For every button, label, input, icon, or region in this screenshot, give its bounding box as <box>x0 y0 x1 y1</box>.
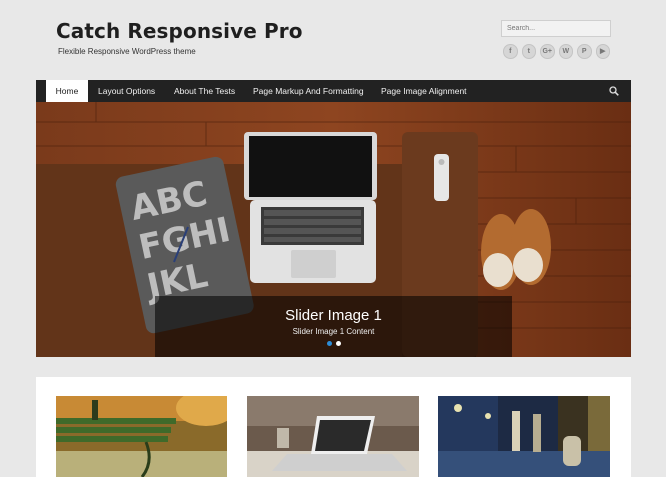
facebook-icon[interactable]: f <box>503 44 518 59</box>
youtube-icon[interactable]: ▶ <box>595 44 610 59</box>
primary-navigation: Home Layout Options About The Tests Page… <box>36 80 631 102</box>
featured-image-bench[interactable] <box>56 396 227 477</box>
featured-slider[interactable]: ABC FGHI JKL Slider Image 1 Slider Image… <box>36 102 631 357</box>
search-icon[interactable] <box>609 86 619 96</box>
slider-dot-2[interactable] <box>335 341 341 346</box>
nav-item-layout-options[interactable]: Layout Options <box>98 80 155 102</box>
slider-pager <box>155 341 512 346</box>
slider-caption: Slider Image 1 Slider Image 1 Content <box>155 296 512 357</box>
slider-title[interactable]: Slider Image 1 <box>155 307 512 324</box>
nav-item-page-image-alignment[interactable]: Page Image Alignment <box>381 80 467 102</box>
google-plus-icon[interactable]: G+ <box>540 44 555 59</box>
site-description: Flexible Responsive WordPress theme <box>58 47 196 56</box>
featured-content-panel <box>36 377 631 477</box>
pinterest-icon[interactable]: P <box>577 44 592 59</box>
search-input[interactable] <box>501 20 611 37</box>
slider-dot-1[interactable] <box>326 341 332 346</box>
twitter-icon[interactable]: t <box>521 44 536 59</box>
social-links: f t G+ W P ▶ <box>503 44 610 59</box>
wordpress-icon[interactable]: W <box>558 44 573 59</box>
nav-item-page-markup[interactable]: Page Markup And Formatting <box>253 80 364 102</box>
nav-item-about-the-tests[interactable]: About The Tests <box>174 80 235 102</box>
nav-item-home[interactable]: Home <box>46 80 88 102</box>
featured-image-laptop[interactable] <box>247 396 419 477</box>
featured-image-street[interactable] <box>438 396 610 477</box>
slider-content: Slider Image 1 Content <box>292 327 375 336</box>
site-title[interactable]: Catch Responsive Pro <box>56 19 303 43</box>
